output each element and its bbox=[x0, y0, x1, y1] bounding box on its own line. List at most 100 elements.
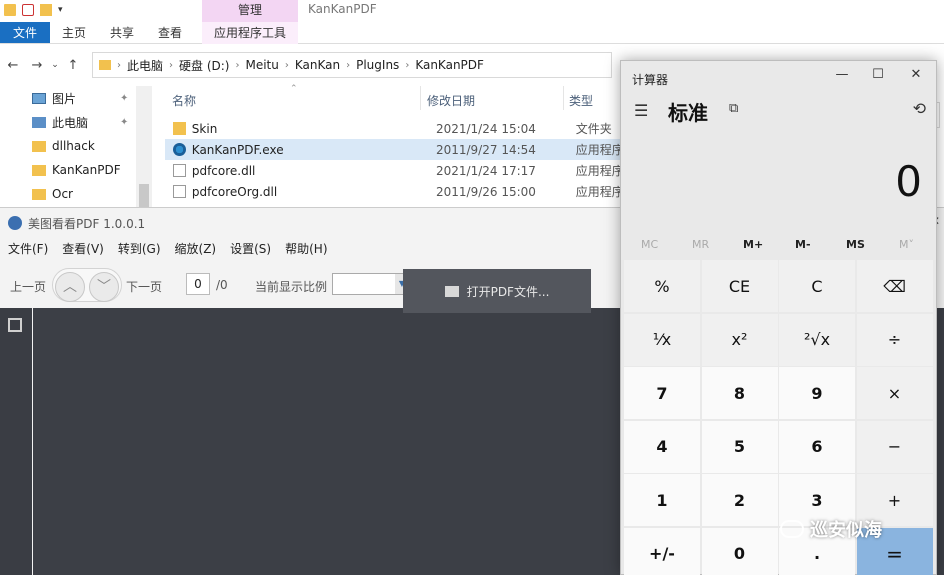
memory-list-button[interactable]: M˅ bbox=[899, 238, 914, 251]
prev-page-button[interactable]: 上一页 bbox=[10, 278, 46, 295]
digit-1-button[interactable]: 1 bbox=[624, 474, 700, 526]
menu-goto[interactable]: 转到(G) bbox=[118, 240, 161, 262]
back-arrow-icon[interactable]: ← bbox=[4, 58, 22, 73]
column-divider[interactable] bbox=[563, 86, 564, 110]
table-row[interactable]: Skin 2021/1/24 15:04 文件夹 bbox=[165, 118, 625, 139]
minimize-icon[interactable]: — bbox=[827, 67, 857, 82]
percent-button[interactable]: % bbox=[624, 260, 700, 312]
memory-subtract-button[interactable]: M- bbox=[795, 238, 811, 251]
computer-icon bbox=[32, 116, 46, 128]
page-number-input[interactable]: 0 bbox=[186, 273, 210, 295]
table-row[interactable]: pdfcore.dll 2021/1/24 17:17 应用程序扩 bbox=[165, 160, 625, 181]
memory-clear-button[interactable]: MC bbox=[641, 238, 658, 251]
sidebar-item-dllhack[interactable]: dllhack bbox=[0, 134, 152, 158]
column-header-date[interactable]: 修改日期 bbox=[427, 92, 475, 109]
sidebar-item-kankanpdf[interactable]: KanKanPDF bbox=[0, 158, 152, 182]
memory-store-button[interactable]: MS bbox=[846, 238, 865, 251]
tab-view[interactable]: 查看 bbox=[146, 22, 194, 43]
window-title: KanKanPDF bbox=[308, 2, 377, 16]
menu-view[interactable]: 查看(V) bbox=[62, 240, 104, 262]
sidebar-item-label: 图片 bbox=[52, 91, 77, 106]
sort-caret-icon: ⌃ bbox=[290, 84, 298, 94]
address-bar[interactable]: › 此电脑 › 硬盘 (D:) › Meitu › KanKan › PlugI… bbox=[92, 52, 612, 78]
chevron-down-icon[interactable]: ﹀ bbox=[89, 272, 119, 302]
new-folder-icon[interactable] bbox=[40, 4, 52, 16]
dll-icon bbox=[173, 185, 186, 198]
picture-icon bbox=[32, 92, 46, 104]
breadcrumb-item[interactable]: 硬盘 (D:) bbox=[179, 57, 229, 74]
keep-on-top-icon[interactable]: ⧉ bbox=[729, 101, 738, 116]
chevron-right-icon: › bbox=[235, 59, 240, 71]
square-root-button[interactable]: ²√x bbox=[779, 313, 855, 366]
thumbnails-icon[interactable] bbox=[8, 318, 22, 332]
digit-0-button[interactable]: 0 bbox=[701, 527, 778, 575]
tab-home[interactable]: 主页 bbox=[50, 22, 98, 43]
tab-share[interactable]: 共享 bbox=[98, 22, 146, 43]
sidebar-scrollbar[interactable] bbox=[136, 86, 152, 215]
menu-icon[interactable]: ☰ bbox=[634, 101, 648, 120]
breadcrumb-item[interactable]: 此电脑 bbox=[127, 57, 163, 74]
clear-entry-button[interactable]: CE bbox=[701, 260, 778, 312]
clear-button[interactable]: C bbox=[779, 260, 855, 312]
column-divider[interactable] bbox=[420, 86, 421, 110]
square-button[interactable]: x² bbox=[701, 313, 778, 366]
forward-arrow-icon[interactable]: → bbox=[28, 58, 46, 73]
column-header-type[interactable]: 类型 bbox=[569, 92, 593, 109]
tab-application-tools[interactable]: 应用程序工具 bbox=[202, 22, 298, 44]
file-type: 文件夹 bbox=[575, 122, 612, 136]
sidebar-item-label: dllhack bbox=[52, 139, 95, 153]
breadcrumb-item[interactable]: KanKanPDF bbox=[415, 58, 484, 72]
close-icon[interactable]: ✕ bbox=[901, 67, 931, 82]
open-pdf-button[interactable]: 打开PDF文件... bbox=[403, 269, 591, 313]
folder-icon[interactable] bbox=[4, 4, 16, 16]
table-row[interactable]: KanKanPDF.exe 2011/9/27 14:54 应用程序 bbox=[165, 139, 625, 160]
digit-7-button[interactable]: 7 bbox=[624, 367, 700, 419]
reciprocal-button[interactable]: ¹⁄x bbox=[624, 313, 700, 366]
memory-add-button[interactable]: M+ bbox=[743, 238, 763, 251]
sidebar-item-pictures[interactable]: 图片 ✦ bbox=[0, 86, 152, 110]
recent-locations-icon[interactable]: ⌄ bbox=[46, 60, 64, 70]
table-row[interactable]: pdfcoreOrg.dll 2011/9/26 15:00 应用程序扩 bbox=[165, 181, 625, 202]
tab-file[interactable]: 文件 bbox=[0, 22, 50, 43]
backspace-button[interactable]: ⌫ bbox=[856, 260, 933, 312]
multiply-button[interactable]: × bbox=[856, 367, 933, 419]
context-tab-manage[interactable]: 管理 bbox=[202, 0, 298, 22]
menu-file[interactable]: 文件(F) bbox=[8, 240, 48, 262]
digit-4-button[interactable]: 4 bbox=[624, 420, 700, 473]
file-name: pdfcore.dll bbox=[191, 163, 256, 178]
chevron-right-icon: › bbox=[284, 59, 289, 71]
history-icon[interactable]: ⟲ bbox=[913, 99, 926, 118]
pdf-sidebar bbox=[0, 308, 32, 575]
breadcrumb-item[interactable]: PlugIns bbox=[356, 58, 399, 72]
properties-icon[interactable] bbox=[22, 4, 34, 16]
up-arrow-icon[interactable]: ↑ bbox=[64, 58, 82, 73]
customize-toolbar-icon[interactable]: ▾ bbox=[58, 4, 70, 16]
negate-button[interactable]: +/- bbox=[624, 527, 700, 575]
sidebar-item-ocr[interactable]: Ocr bbox=[0, 182, 152, 206]
digit-2-button[interactable]: 2 bbox=[701, 474, 778, 526]
calculator-window: 计算器 — ☐ ✕ ☰ 标准 ⧉ ⟲ 0 MC MR M+ M- MS M˅ %… bbox=[620, 60, 937, 575]
digit-6-button[interactable]: 6 bbox=[779, 420, 855, 473]
page-total: /0 bbox=[216, 278, 228, 292]
digit-9-button[interactable]: 9 bbox=[779, 367, 855, 419]
column-header-name[interactable]: 名称 bbox=[172, 92, 196, 109]
file-date: 2011/9/26 15:00 bbox=[435, 184, 536, 199]
menu-settings[interactable]: 设置(S) bbox=[230, 240, 271, 262]
next-page-button[interactable]: 下一页 bbox=[126, 278, 162, 295]
zoom-select[interactable]: ▼ bbox=[332, 273, 410, 295]
maximize-icon[interactable]: ☐ bbox=[863, 67, 893, 82]
breadcrumb-item[interactable]: KanKan bbox=[295, 58, 340, 72]
chevron-right-icon: › bbox=[169, 59, 174, 71]
menu-zoom[interactable]: 缩放(Z) bbox=[175, 240, 217, 262]
file-name: pdfcoreOrg.dll bbox=[191, 184, 278, 199]
digit-8-button[interactable]: 8 bbox=[701, 367, 778, 419]
pdf-menu-bar: 文件(F) 查看(V) 转到(G) 缩放(Z) 设置(S) 帮助(H) bbox=[0, 240, 328, 262]
sidebar-item-this-pc[interactable]: 此电脑 ✦ bbox=[0, 110, 152, 134]
breadcrumb-item[interactable]: Meitu bbox=[245, 58, 278, 72]
chevron-up-icon[interactable]: ︿ bbox=[55, 272, 85, 302]
divide-button[interactable]: ÷ bbox=[856, 313, 933, 366]
digit-5-button[interactable]: 5 bbox=[701, 420, 778, 473]
memory-recall-button[interactable]: MR bbox=[692, 238, 709, 251]
menu-help[interactable]: 帮助(H) bbox=[285, 240, 327, 262]
subtract-button[interactable]: − bbox=[856, 420, 933, 473]
